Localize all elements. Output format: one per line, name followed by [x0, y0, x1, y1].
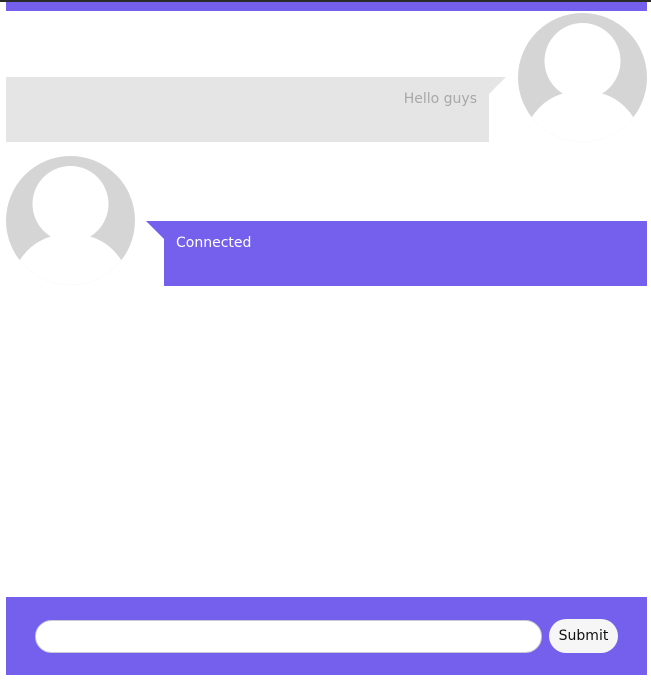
- user-avatar-icon: [6, 156, 135, 285]
- user-silhouette-icon: [526, 23, 639, 142]
- message-input[interactable]: [35, 620, 542, 653]
- chat-page: Hello guys Connected Submit: [0, 0, 651, 680]
- user-silhouette-icon: [14, 166, 127, 285]
- message-bubble-incoming: Hello guys: [6, 77, 506, 142]
- bubble-tail: [146, 221, 164, 239]
- bubble-tail: [489, 77, 506, 94]
- user-avatar-icon: [518, 13, 647, 142]
- message-text: Hello guys: [403, 91, 477, 107]
- message-bubble-outgoing: Connected: [146, 221, 647, 286]
- header-bar: [6, 2, 647, 11]
- submit-button[interactable]: Submit: [549, 619, 618, 653]
- message-composer: Submit: [6, 597, 647, 675]
- message-text: Connected: [176, 235, 252, 251]
